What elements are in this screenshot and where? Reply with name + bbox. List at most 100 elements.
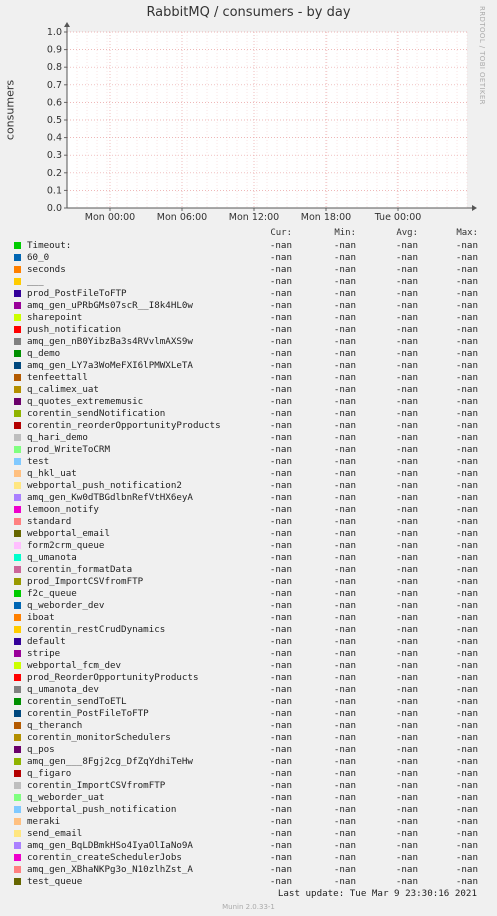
legend-swatch <box>14 782 21 789</box>
legend-series-name: corentin_PostFileToFTP <box>27 708 149 719</box>
legend-value-min: -nan <box>333 684 356 695</box>
legend-series-name: q_pos <box>27 744 55 755</box>
legend-value-cur: -nan <box>269 504 292 515</box>
legend-value-max: -nan <box>455 732 478 743</box>
legend-swatch <box>14 350 21 357</box>
legend-value-max: -nan <box>455 852 478 863</box>
legend-row: amq_gen_BqLDBmkHSo4IyaOlIaNo9A -nan -nan -n… <box>0 840 497 852</box>
legend-value-min: -nan <box>333 780 356 791</box>
legend-value-cur: -nan <box>269 348 292 359</box>
chart-plot: 0.0 0.1 0.2 0.3 0.4 0.5 0.6 0.7 0.8 0.9 1.0 Mon 00:… <box>47 22 477 223</box>
legend-value-cur: -nan <box>269 780 292 791</box>
legend-value-avg: -nan <box>395 576 418 587</box>
legend-series-name: amq_gen_nB0YibzBa3s4RVvlmAXS9w <box>27 336 193 347</box>
legend-value-avg: -nan <box>395 372 418 383</box>
legend-value-avg: -nan <box>395 852 418 863</box>
legend-header-max: Max: <box>456 228 478 238</box>
legend-value-avg: -nan <box>395 708 418 719</box>
legend-series-name: webportal_email <box>27 528 110 539</box>
legend-value-avg: -nan <box>395 660 418 671</box>
legend-value-avg: -nan <box>395 348 418 359</box>
legend-value-max: -nan <box>455 792 478 803</box>
legend-series-name: amq_gen_uPRbGMs07scR__I8k4HL0w <box>27 300 193 311</box>
legend-series-name: 60_0 <box>27 252 50 263</box>
legend-value-cur: -nan <box>269 732 292 743</box>
legend-value-avg: -nan <box>395 504 418 515</box>
legend-value-min: -nan <box>333 444 356 455</box>
legend-series-name: stripe <box>27 648 61 659</box>
legend-value-max: -nan <box>455 492 478 503</box>
legend-value-cur: -nan <box>269 408 292 419</box>
legend-value-max: -nan <box>455 588 478 599</box>
legend-value-cur: -nan <box>269 336 292 347</box>
x-tick-label: Mon 12:00 <box>229 212 279 223</box>
legend-value-cur: -nan <box>269 840 292 851</box>
legend-series-name: corentin_sendNotification <box>27 408 166 419</box>
legend-swatch <box>14 710 21 717</box>
legend-value-cur: -nan <box>269 768 292 779</box>
legend-swatch <box>14 758 21 765</box>
legend-value-min: -nan <box>333 336 356 347</box>
legend-value-avg: -nan <box>395 756 418 767</box>
legend-series-name: test_queue <box>27 876 83 887</box>
legend-row: f2c_queue -nan -nan -nan -nan <box>0 588 497 600</box>
legend-value-avg: -nan <box>395 552 418 563</box>
legend-series-name: prod_PostFileToFTP <box>27 288 127 299</box>
legend-series-name: amq_gen_BqLDBmkHSo4IyaOlIaNo9A <box>27 840 193 851</box>
legend-row: ___ -nan -nan -nan -nan <box>0 276 497 288</box>
legend-value-min: -nan <box>333 468 356 479</box>
legend-row: amq_gen_LY7a3WoMeFXI6lPMWXLeTA -nan -nan -n… <box>0 360 497 372</box>
legend-value-min: -nan <box>333 492 356 503</box>
legend-value-avg: -nan <box>395 516 418 527</box>
legend-value-min: -nan <box>333 276 356 287</box>
legend-value-cur: -nan <box>269 396 292 407</box>
legend-value-avg: -nan <box>395 432 418 443</box>
legend-swatch <box>14 806 21 813</box>
legend-table: Timeout: -nan -nan -nan -nan 60_0 -nan -nan -nan… <box>0 240 497 888</box>
legend-value-max: -nan <box>455 420 478 431</box>
legend-swatch <box>14 362 21 369</box>
legend-value-cur: -nan <box>269 372 292 383</box>
legend-row: iboat -nan -nan -nan -nan <box>0 612 497 624</box>
legend-value-min: -nan <box>333 264 356 275</box>
legend-value-max: -nan <box>455 516 478 527</box>
legend-value-max: -nan <box>455 552 478 563</box>
legend-value-avg: -nan <box>395 768 418 779</box>
y-tick-label: 0.5 <box>47 115 62 126</box>
legend-swatch <box>14 542 21 549</box>
legend-value-cur: -nan <box>269 864 292 875</box>
legend-series-name: q_theranch <box>27 720 83 731</box>
legend-value-max: -nan <box>455 828 478 839</box>
legend-value-avg: -nan <box>395 468 418 479</box>
legend-row: 60_0 -nan -nan -nan -nan <box>0 252 497 264</box>
legend-swatch <box>14 482 21 489</box>
legend-value-min: -nan <box>333 768 356 779</box>
legend-swatch <box>14 818 21 825</box>
legend-value-min: -nan <box>333 348 356 359</box>
legend-value-avg: -nan <box>395 480 418 491</box>
legend-row: Timeout: -nan -nan -nan -nan <box>0 240 497 252</box>
legend-value-avg: -nan <box>395 588 418 599</box>
y-tick-label: 0.2 <box>47 168 62 179</box>
legend-value-max: -nan <box>455 444 478 455</box>
legend-row: q_umanota_dev -nan -nan -nan -nan <box>0 684 497 696</box>
legend-value-min: -nan <box>333 480 356 491</box>
legend-row: corentin_ImportCSVfromFTP -nan -nan -nan -na… <box>0 780 497 792</box>
legend-value-avg: -nan <box>395 408 418 419</box>
legend-value-max: -nan <box>455 696 478 707</box>
legend-swatch <box>14 554 21 561</box>
legend-value-min: -nan <box>333 720 356 731</box>
legend-value-avg: -nan <box>395 720 418 731</box>
legend-row: prod_ReorderOpportunityProducts -nan -nan -… <box>0 672 497 684</box>
legend-value-cur: -nan <box>269 636 292 647</box>
legend-value-cur: -nan <box>269 828 292 839</box>
legend-value-min: -nan <box>333 240 356 251</box>
legend-series-name: iboat <box>27 612 55 623</box>
y-tick-label: 0.9 <box>47 45 62 56</box>
legend-value-cur: -nan <box>269 444 292 455</box>
legend-row: q_calimex_uat -nan -nan -nan -nan <box>0 384 497 396</box>
legend-value-min: -nan <box>333 804 356 815</box>
legend-series-name: q_hari_demo <box>27 432 88 443</box>
legend-value-avg: -nan <box>395 252 418 263</box>
legend-value-cur: -nan <box>269 876 292 887</box>
